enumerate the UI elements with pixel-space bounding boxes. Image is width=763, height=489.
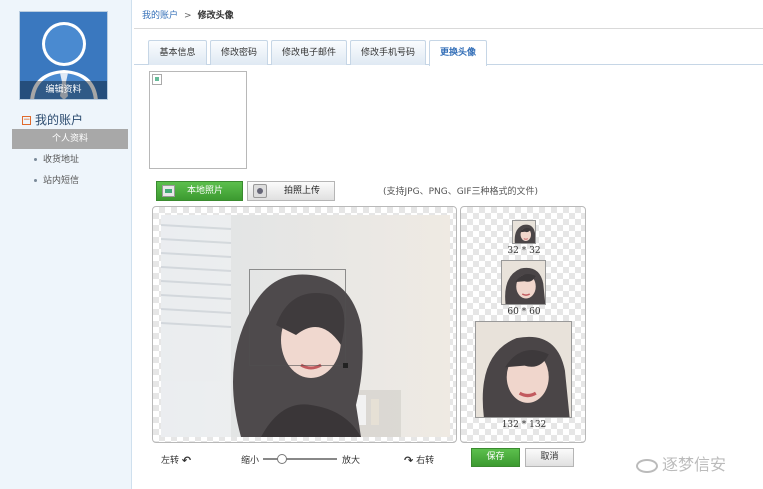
cancel-button[interactable]: 取消 (525, 448, 574, 467)
sidebar-item-messages[interactable]: 站内短信 (12, 171, 128, 191)
tab-change-avatar[interactable]: 更换头像 (429, 40, 487, 66)
camera-upload-button[interactable]: 拍照上传 (247, 181, 335, 201)
thumbnail-32-label: 32 * 32 (507, 246, 541, 256)
sidebar-item-profile[interactable]: 个人资料 (12, 129, 128, 149)
my-account-heading[interactable]: − 我的账户 (22, 111, 83, 128)
breadcrumb-my-account[interactable]: 我的账户 (142, 11, 178, 21)
thumbnail-132-label: 132 * 132 (501, 420, 547, 430)
thumbnail-image (502, 261, 545, 304)
tab-change-phone[interactable]: 修改手机号码 (350, 40, 426, 65)
local-photo-button[interactable]: 本地照片 (156, 181, 243, 201)
tab-change-email[interactable]: 修改电子邮件 (271, 40, 347, 65)
crop-editor[interactable] (152, 206, 457, 443)
resize-handle[interactable] (343, 363, 348, 368)
rotate-right-icon: ↷ (404, 454, 414, 467)
thumbnail-image (476, 322, 571, 417)
sidebar: 编辑资料 − 我的账户 个人资料 收货地址 站内短信 (0, 0, 132, 489)
zoom-out-label[interactable]: 缩小 (241, 453, 259, 466)
local-photo-label: 本地照片 (187, 186, 224, 196)
zoom-in-label[interactable]: 放大 (342, 453, 360, 466)
breadcrumb-separator: > (184, 11, 192, 21)
watermark-text: 逐梦信安 (662, 455, 727, 474)
rotate-right-label: 右转 (416, 456, 435, 466)
image-icon (162, 185, 175, 197)
thumbnail-60 (501, 260, 546, 305)
thumbnail-image (513, 221, 535, 243)
thumbnail-60-label: 60 * 60 (507, 307, 541, 317)
rotate-left-button[interactable]: 左转 ↶ (161, 453, 191, 467)
thumbnail-panel: 32 * 32 60 * 60 132 * 132 (460, 206, 586, 443)
zoom-slider-handle[interactable] (276, 454, 287, 464)
sidebar-item-label: 个人资料 (51, 134, 88, 144)
tab-change-password[interactable]: 修改密码 (210, 40, 268, 65)
tab-basic-info[interactable]: 基本信息 (148, 40, 207, 65)
zoom-slider[interactable] (263, 454, 337, 464)
current-avatar-image (149, 71, 247, 169)
sidebar-item-address[interactable]: 收货地址 (12, 150, 128, 170)
sidebar-item-label: 收货地址 (43, 155, 80, 165)
crop-selection[interactable] (249, 269, 348, 368)
thumbnail-132 (475, 321, 572, 418)
rotate-left-icon: ↶ (181, 454, 192, 467)
breadcrumb-current: 修改头像 (197, 11, 234, 21)
collapse-icon[interactable]: − (22, 116, 31, 125)
edit-profile-label[interactable]: 编辑资料 (20, 81, 107, 99)
save-button[interactable]: 保存 (471, 448, 520, 467)
supported-formats-text: (支持JPG、PNG、GIF三种格式的文件) (383, 187, 539, 197)
rotate-left-label: 左转 (161, 456, 180, 466)
rotate-right-button[interactable]: ↷ 右转 (404, 453, 434, 467)
watermark: 逐梦信安 (636, 451, 726, 475)
tab-bar: 基本信息 修改密码 修改电子邮件 修改手机号码 更换头像 (134, 40, 763, 66)
broken-image-icon (152, 74, 162, 85)
thumbnail-32 (512, 220, 536, 244)
camera-upload-label: 拍照上传 (284, 186, 321, 196)
sidebar-item-label: 站内短信 (43, 176, 80, 186)
avatar[interactable]: 编辑资料 (19, 11, 108, 100)
my-account-label: 我的账户 (35, 113, 84, 127)
breadcrumb: 我的账户 > 修改头像 (134, 5, 763, 29)
bullet-icon (34, 158, 37, 161)
bullet-icon (34, 179, 37, 182)
camera-icon (253, 184, 267, 198)
wechat-icon (636, 458, 658, 473)
